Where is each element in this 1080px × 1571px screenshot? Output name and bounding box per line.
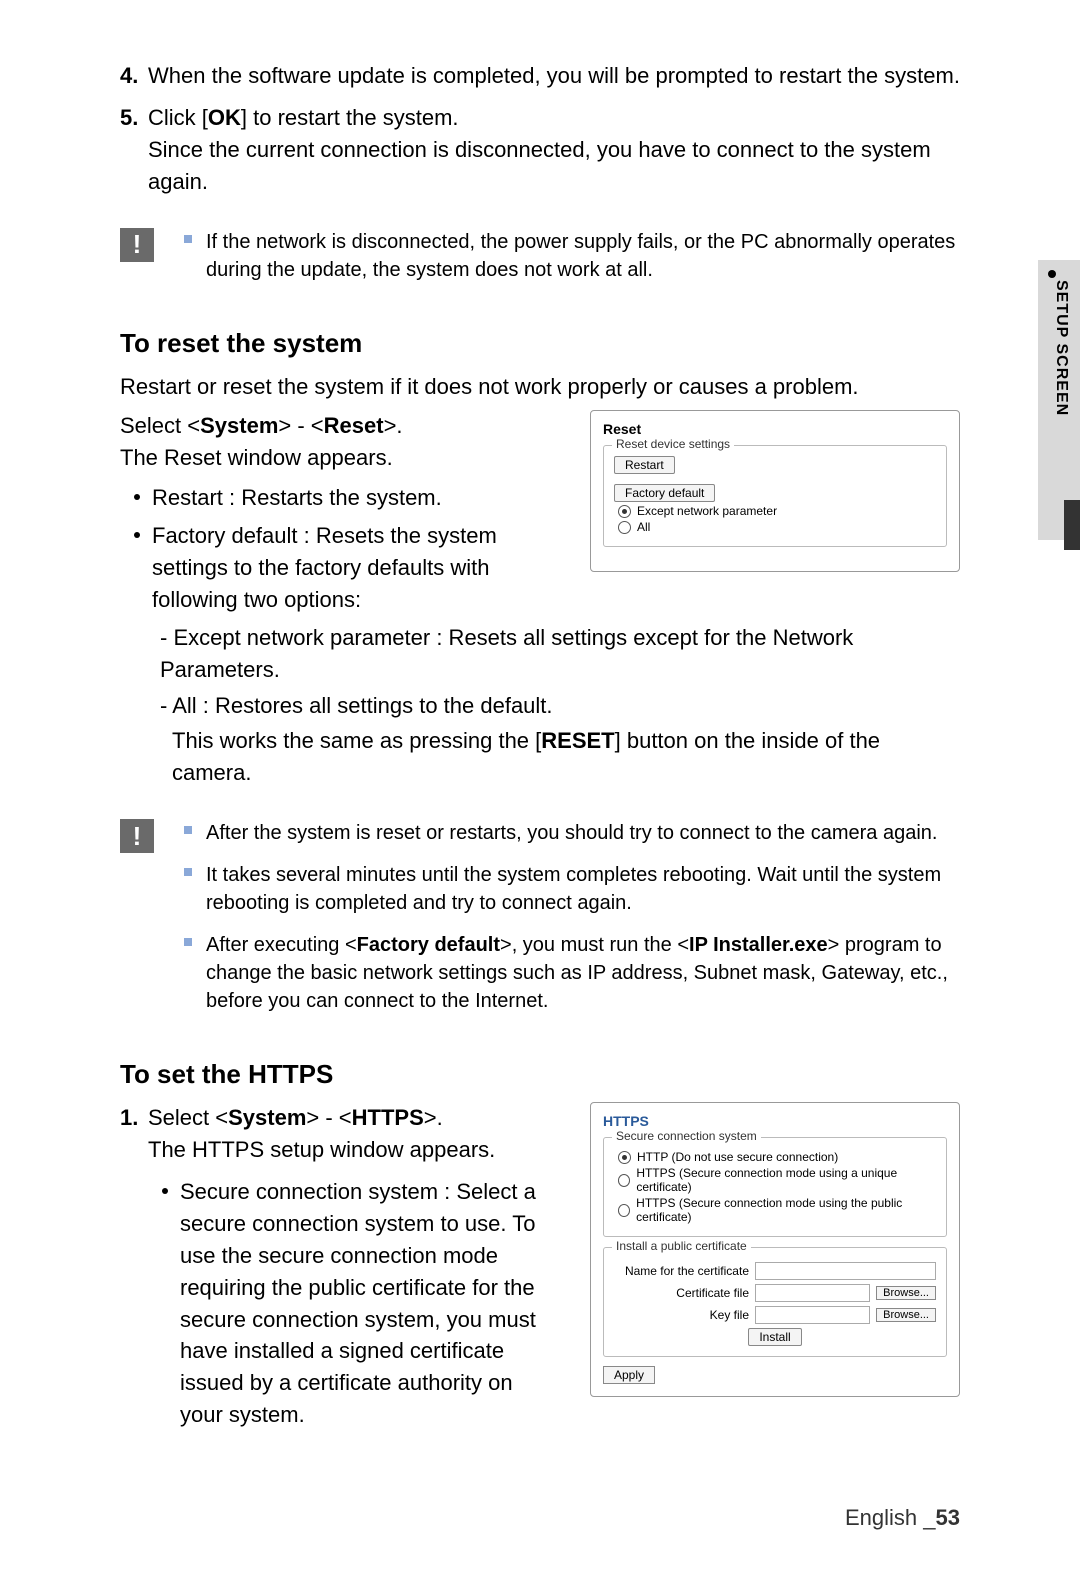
- reset-panel: Reset Reset device settings Restart Fact…: [590, 410, 960, 572]
- step-4: 4.When the software update is completed,…: [120, 60, 960, 92]
- radio-https-public[interactable]: HTTPS (Secure connection mode using the …: [618, 1196, 936, 1224]
- notice-item: After the system is reset or restarts, y…: [184, 819, 960, 847]
- notice-list: After the system is reset or restarts, y…: [184, 819, 960, 1029]
- bullet-restart: Restart : Restarts the system.: [120, 482, 560, 514]
- key-file-input[interactable]: [755, 1306, 870, 1324]
- bullet-icon: [162, 1188, 168, 1194]
- https-fieldset-conn: Secure connection system HTTP (Do not us…: [603, 1137, 947, 1237]
- side-tab-label: SETUP SCREEN: [1052, 280, 1070, 416]
- notice-item: After executing <Factory default>, you m…: [184, 931, 960, 1015]
- bullet-secure-conn: Secure connection system : Select a secu…: [148, 1176, 560, 1431]
- row-key-file: Key fileBrowse...: [614, 1306, 936, 1324]
- footer-lang: English: [845, 1505, 917, 1530]
- step-number: 1.: [120, 1102, 148, 1134]
- factory-default-button[interactable]: Factory default: [614, 484, 715, 502]
- notice-list: If the network is disconnected, the powe…: [184, 228, 960, 298]
- page-footer: English _53: [845, 1505, 960, 1531]
- https-legend-cert: Install a public certificate: [612, 1239, 751, 1253]
- step-number: 4.: [120, 60, 148, 92]
- install-button[interactable]: Install: [748, 1328, 801, 1346]
- https-panel-col: HTTPS Secure connection system HTTP (Do …: [590, 1102, 960, 1437]
- radio-http[interactable]: HTTP (Do not use secure connection): [618, 1150, 936, 1164]
- manual-page: SETUP SCREEN 4.When the software update …: [0, 0, 1080, 1571]
- https-panel: HTTPS Secure connection system HTTP (Do …: [590, 1102, 960, 1397]
- notice-item: If the network is disconnected, the powe…: [184, 228, 960, 284]
- radio-icon: [618, 1151, 631, 1164]
- https-step-1: 1.Select <System> - <HTTPS>. The HTTPS s…: [120, 1102, 560, 1166]
- cert-name-input[interactable]: [755, 1262, 936, 1280]
- reset-panel-col: Reset Reset device settings Restart Fact…: [590, 410, 960, 621]
- step-text: When the software update is completed, y…: [148, 63, 960, 88]
- side-tab-bullet: [1048, 270, 1056, 278]
- radio-all[interactable]: All: [618, 520, 936, 534]
- step-number: 5.: [120, 102, 148, 134]
- https-two-col: 1.Select <System> - <HTTPS>. The HTTPS s…: [120, 1102, 960, 1437]
- radio-except-network[interactable]: Except network parameter: [618, 504, 936, 518]
- radio-icon: [618, 1174, 630, 1187]
- browse-key-button[interactable]: Browse...: [876, 1308, 936, 1322]
- restart-button[interactable]: Restart: [614, 456, 675, 474]
- step-5: 5.Click [OK] to restart the system. Sinc…: [120, 102, 960, 198]
- notice-block-2: ! After the system is reset or restarts,…: [120, 819, 960, 1029]
- radio-https-unique[interactable]: HTTPS (Secure connection mode using a un…: [618, 1166, 936, 1194]
- row-cert-name: Name for the certificate: [614, 1262, 936, 1280]
- https-panel-title: HTTPS: [603, 1113, 947, 1129]
- step-text-cont: The HTTPS setup window appears.: [148, 1134, 560, 1166]
- reset-text-col: Select <System> - <Reset>. The Reset win…: [120, 410, 560, 621]
- reset-fieldset: Reset device settings Restart Factory de…: [603, 445, 947, 547]
- reset-intro: Restart or reset the system if it does n…: [120, 371, 960, 403]
- step-text: Select <System> - <HTTPS>.: [148, 1105, 443, 1130]
- row-cert-file: Certificate fileBrowse...: [614, 1284, 936, 1302]
- dash-all-cont: This works the same as pressing the [RES…: [172, 725, 960, 789]
- square-bullet-icon: [184, 938, 192, 946]
- https-fieldset-cert: Install a public certificate Name for th…: [603, 1247, 947, 1357]
- radio-icon: [618, 1204, 630, 1217]
- footer-page-number: 53: [936, 1505, 960, 1530]
- radio-icon: [618, 521, 631, 534]
- dash-all: - All : Restores all settings to the def…: [160, 690, 960, 722]
- https-legend-conn: Secure connection system: [612, 1129, 761, 1143]
- heading-https: To set the HTTPS: [120, 1059, 960, 1090]
- side-tab-accent: [1064, 500, 1080, 550]
- radio-icon: [618, 505, 631, 518]
- browse-cert-button[interactable]: Browse...: [876, 1286, 936, 1300]
- caution-icon: !: [120, 228, 154, 262]
- caution-icon: !: [120, 819, 154, 853]
- reset-two-col: Select <System> - <Reset>. The Reset win…: [120, 410, 960, 621]
- dash-except-network: - Except network parameter : Resets all …: [160, 622, 960, 686]
- bullet-icon: [134, 494, 140, 500]
- cert-file-input[interactable]: [755, 1284, 870, 1302]
- reset-select-line: Select <System> - <Reset>. The Reset win…: [120, 410, 560, 474]
- square-bullet-icon: [184, 826, 192, 834]
- bullet-icon: [134, 532, 140, 538]
- apply-button[interactable]: Apply: [603, 1366, 655, 1384]
- square-bullet-icon: [184, 235, 192, 243]
- step-text: Click [OK] to restart the system.: [148, 105, 459, 130]
- reset-fieldset-legend: Reset device settings: [612, 437, 734, 451]
- heading-reset: To reset the system: [120, 328, 960, 359]
- https-text-col: 1.Select <System> - <HTTPS>. The HTTPS s…: [120, 1102, 560, 1437]
- bullet-factory: Factory default : Resets the system sett…: [120, 520, 560, 616]
- step-text-cont: Since the current connection is disconne…: [148, 134, 960, 198]
- square-bullet-icon: [184, 868, 192, 876]
- notice-item: It takes several minutes until the syste…: [184, 861, 960, 917]
- reset-panel-title: Reset: [603, 421, 947, 437]
- notice-block-1: ! If the network is disconnected, the po…: [120, 228, 960, 298]
